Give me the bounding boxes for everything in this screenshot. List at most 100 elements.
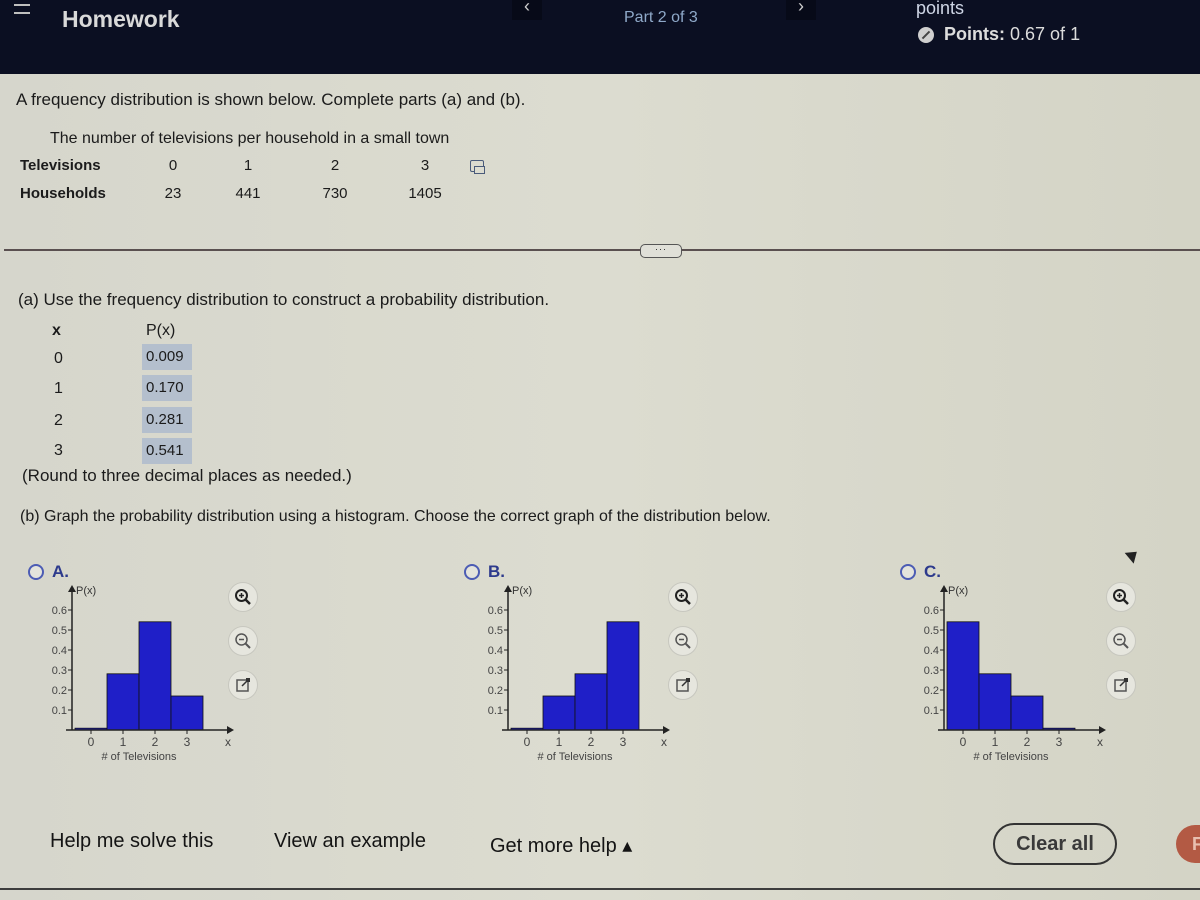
zoom-in-button[interactable]: [228, 582, 258, 612]
table-cell: 730: [322, 185, 348, 202]
radio-button[interactable]: [464, 564, 480, 580]
x-tick-label: 0: [960, 735, 967, 749]
histogram-bar: [606, 621, 640, 731]
y-axis-label: P(x): [512, 585, 532, 597]
final-check-button[interactable]: Fi: [1176, 825, 1200, 863]
y-tick-label: 0.5: [488, 625, 503, 637]
px-answer[interactable]: 0.170: [142, 375, 192, 401]
x-axis-arrow: [1099, 726, 1106, 734]
x-tick-label: 0: [524, 735, 531, 749]
x-axis-arrow: [227, 726, 234, 734]
option-b: B. P(x) 0.1 0.2 0.3 0.4 0.5 0.6 0 1 2 3 x # of Telev…: [464, 562, 764, 782]
partial-credit-icon: [918, 26, 934, 43]
question-intro: A frequency distribution is shown below.…: [16, 90, 526, 109]
y-tick-label: 0.3: [52, 665, 67, 677]
histogram-a: P(x) 0.1 0.2 0.3 0.4 0.5 0.6 0 1 2 3 x # of Televisi…: [52, 585, 234, 763]
part-b-prompt: (b) Graph the probability distribution u…: [20, 508, 771, 525]
x-axis-letter: x: [661, 735, 667, 749]
option-c-radio[interactable]: C.: [900, 562, 941, 582]
x-value: 0: [54, 350, 63, 367]
y-axis-arrow: [68, 585, 76, 592]
households-row: Households 23 441 730 1405: [20, 185, 470, 202]
y-tick-label: 0.6: [488, 605, 503, 617]
zoom-out-button[interactable]: [228, 626, 258, 656]
y-tick-label: 0.3: [924, 665, 939, 677]
open-in-new-window-button[interactable]: [228, 670, 258, 700]
x-axis-label: # of Televisions: [973, 751, 1049, 763]
y-tick-label: 0.2: [924, 685, 939, 697]
histogram-bar: [978, 673, 1012, 731]
x-column-header: x: [52, 322, 61, 339]
next-question-button[interactable]: ›: [786, 0, 816, 20]
zoom-out-button[interactable]: [668, 626, 698, 656]
x-tick-label: 2: [152, 735, 159, 749]
px-answer[interactable]: 0.009: [142, 344, 192, 370]
clear-all-button[interactable]: Clear all: [993, 823, 1117, 865]
open-in-new-window-button[interactable]: [1106, 670, 1136, 700]
option-a-radio[interactable]: A.: [28, 562, 69, 582]
external-link-icon: [676, 678, 690, 692]
x-tick-label: 2: [588, 735, 595, 749]
chart-tools-b: [668, 582, 698, 700]
x-tick-label: 1: [120, 735, 127, 749]
help-me-solve-button[interactable]: Help me solve this: [50, 830, 213, 853]
part-a-prompt: (a) Use the frequency distribution to co…: [18, 290, 550, 309]
menu-icon[interactable]: [14, 4, 30, 22]
question-content: A frequency distribution is shown below.…: [0, 74, 1200, 900]
y-tick-label: 0.2: [488, 685, 503, 697]
view-example-button[interactable]: View an example: [274, 830, 426, 853]
mouse-cursor: [1124, 546, 1142, 564]
households-header: Households: [20, 185, 106, 202]
histogram-bar: [946, 621, 980, 731]
y-tick-label: 0.5: [924, 625, 939, 637]
px-answer[interactable]: 0.281: [142, 407, 192, 433]
histogram-bar: [138, 621, 172, 731]
zoom-in-button[interactable]: [1106, 582, 1136, 612]
x-tick-label: 3: [184, 735, 191, 749]
external-link-icon: [236, 678, 250, 692]
x-tick-label: 2: [1024, 735, 1031, 749]
option-a: A. P(x) 0.1 0.2 0.3 0.4 0.5 0.6 0 1 2 3 x # of Telev…: [28, 562, 328, 782]
y-tick-label: 0.4: [52, 645, 67, 657]
y-tick-label: 0.4: [488, 645, 503, 657]
bottom-divider: [0, 888, 1200, 890]
table-cell: 1405: [408, 185, 442, 202]
televisions-row: Televisions 0 1 2 3: [20, 157, 470, 174]
x-axis-letter: x: [1097, 735, 1103, 749]
option-label: A.: [52, 562, 69, 581]
part-indicator: Part 2 of 3: [624, 9, 698, 26]
x-tick-label: 0: [88, 735, 95, 749]
x-value: 2: [54, 412, 63, 429]
points-status: Points: 0.67 of 1: [918, 24, 1080, 45]
histogram-bar: [542, 695, 576, 731]
open-in-new-window-button[interactable]: [668, 670, 698, 700]
previous-question-button[interactable]: ‹: [512, 0, 542, 20]
px-answer[interactable]: 0.541: [142, 438, 192, 464]
option-b-radio[interactable]: B.: [464, 562, 505, 582]
table-caption: The number of televisions per household …: [50, 130, 450, 147]
table-cell: 23: [164, 185, 182, 202]
x-value: 3: [54, 442, 63, 459]
table-cell: 3: [420, 157, 430, 174]
bottom-bar: Help me solve this View an example Get m…: [8, 800, 1200, 890]
zoom-in-button[interactable]: [668, 582, 698, 612]
zoom-out-button[interactable]: [1106, 626, 1136, 656]
table-cell: 1: [243, 157, 253, 174]
y-tick-label: 0.4: [924, 645, 939, 657]
y-axis-arrow: [504, 585, 512, 592]
divider-handle[interactable]: ···: [640, 244, 682, 258]
homework-title: Homework: [62, 6, 180, 32]
y-tick-label: 0.1: [924, 705, 939, 717]
copy-table-icon[interactable]: [470, 160, 485, 174]
histogram-bar: [1010, 695, 1044, 731]
televisions-header: Televisions: [20, 157, 101, 174]
points-word: points: [916, 0, 965, 18]
radio-button[interactable]: [900, 564, 916, 580]
zoom-out-icon: [675, 633, 691, 649]
get-more-help-button[interactable]: Get more help ▴: [490, 833, 632, 858]
x-tick-label: 3: [1056, 735, 1063, 749]
x-axis-label: # of Televisions: [101, 751, 177, 763]
x-axis-label: # of Televisions: [537, 751, 613, 763]
radio-button[interactable]: [28, 564, 44, 580]
points-label: Points:: [944, 24, 1005, 44]
